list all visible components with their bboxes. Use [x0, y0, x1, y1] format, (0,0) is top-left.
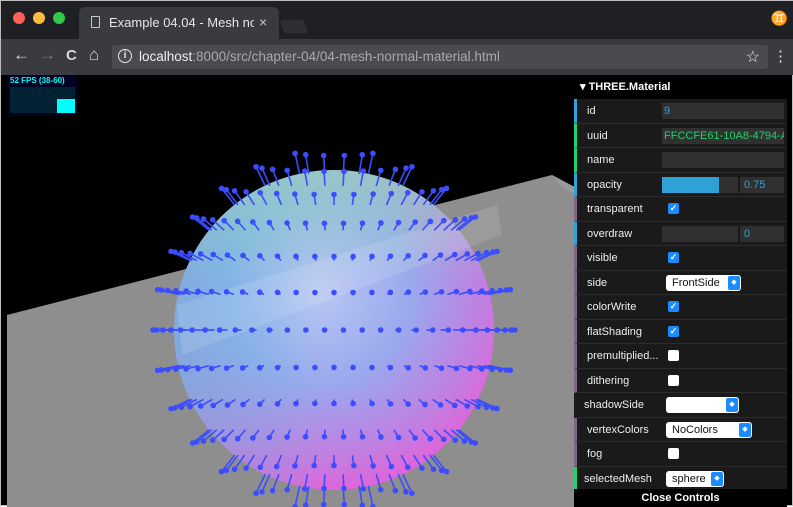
premultipliedalpha-checkbox[interactable]: [668, 350, 679, 361]
back-icon[interactable]: ←: [13, 45, 30, 65]
row-shadowside: shadowSide ◆: [574, 393, 787, 418]
row-label: shadowSide: [584, 399, 644, 411]
row-label: transparent: [587, 203, 643, 215]
row-fog: fog: [574, 442, 787, 467]
colorwrite-checkbox[interactable]: ✓: [668, 301, 679, 312]
row-opacity: opacity 0.75: [574, 172, 787, 197]
row-label: opacity: [587, 178, 622, 191]
visible-checkbox[interactable]: ✓: [668, 252, 679, 263]
fps-text: 52 FPS (38-60): [10, 76, 65, 85]
info-icon[interactable]: i: [118, 49, 132, 63]
folder-title-three-material[interactable]: ▾ THREE.Material: [574, 75, 787, 99]
vertexcolors-select[interactable]: NoColors ◆: [666, 421, 752, 438]
tab-strip: Example 04.04 - Mesh normal × ♊: [1, 1, 793, 39]
select-arrows-icon: ◆: [726, 398, 738, 412]
controls-panel: ▾ THREE.Material id 9 uuid FFCCFE61-10A8…: [574, 75, 787, 507]
browser-window: Example 04.04 - Mesh normal × ♊ ← → C ⌂ …: [0, 0, 793, 507]
id-field[interactable]: 9: [662, 103, 784, 119]
uuid-field[interactable]: FFCCFE61-10A8-4794-A9: [662, 127, 784, 144]
menu-icon[interactable]: ⋮: [773, 47, 788, 65]
tab-close-icon[interactable]: ×: [259, 14, 267, 30]
row-label: dithering: [587, 374, 630, 387]
row-label: visible: [587, 252, 618, 264]
new-tab-button[interactable]: [279, 20, 309, 33]
row-uuid: uuid FFCCFE61-10A8-4794-A9: [574, 123, 787, 148]
zoom-window-button[interactable]: [53, 12, 65, 24]
row-label: vertexColors: [587, 423, 649, 436]
reload-icon[interactable]: C: [66, 47, 77, 64]
vertexcolors-select-value: NoColors: [672, 423, 718, 436]
opacity-slider-fill: [662, 176, 719, 193]
row-label: name: [587, 154, 615, 166]
row-selectedmesh: selectedMesh sphere ◆: [574, 466, 787, 491]
name-field[interactable]: [662, 152, 784, 168]
bookmark-star-icon[interactable]: ☆: [746, 47, 760, 67]
browser-toolbar: ← → C ⌂ i localhost:8000/src/chapter-04/…: [1, 39, 793, 75]
row-visible: visible ✓: [574, 246, 787, 271]
opacity-value-field[interactable]: 0.75: [740, 176, 784, 193]
fps-graph: [10, 87, 75, 113]
row-label: fog: [587, 448, 603, 460]
selectedmesh-select[interactable]: sphere ◆: [666, 470, 724, 487]
row-label: flatShading: [587, 325, 643, 338]
row-label: uuid: [587, 129, 608, 142]
fps-graph-bar: [57, 99, 75, 113]
row-overdraw: overdraw 0: [574, 221, 787, 246]
home-icon[interactable]: ⌂: [89, 45, 99, 65]
row-label: side: [587, 276, 608, 289]
row-label: premultiplied...: [587, 350, 659, 362]
transparent-checkbox[interactable]: ✓: [668, 203, 679, 214]
row-flatshading: flatShading ✓: [574, 319, 787, 344]
select-arrows-icon: ◆: [711, 471, 723, 486]
row-premultipliedalpha: premultiplied...: [574, 344, 787, 369]
overdraw-value-field[interactable]: 0: [740, 225, 784, 242]
select-arrows-icon: ◆: [728, 275, 740, 290]
opacity-slider[interactable]: [662, 176, 738, 193]
row-label: overdraw: [587, 227, 633, 240]
tab-active[interactable]: Example 04.04 - Mesh normal ×: [79, 7, 279, 39]
shadowside-select[interactable]: ◆: [666, 397, 739, 413]
incognito-icon: ♊: [770, 10, 788, 26]
row-colorwrite: colorWrite ✓: [574, 295, 787, 320]
url-text: localhost:8000/src/chapter-04/04-mesh-no…: [139, 49, 500, 64]
select-arrows-icon: ◆: [739, 422, 751, 437]
row-vertexcolors: vertexColors NoColors ◆: [574, 417, 787, 442]
fps-stats-panel[interactable]: 52 FPS (38-60): [7, 75, 78, 115]
row-label: colorWrite: [587, 301, 637, 313]
row-transparent: transparent ✓: [574, 197, 787, 222]
tab-title: Example 04.04 - Mesh normal: [109, 15, 254, 30]
fog-checkbox[interactable]: [668, 448, 679, 459]
row-label: selectedMesh: [584, 472, 652, 485]
row-dithering: dithering: [574, 368, 787, 393]
dithering-checkbox[interactable]: [668, 374, 679, 386]
side-select-value: FrontSide: [672, 276, 720, 289]
selectedmesh-select-value: sphere: [672, 472, 706, 485]
close-window-button[interactable]: [13, 12, 25, 24]
forward-icon[interactable]: →: [39, 45, 56, 65]
close-controls-button[interactable]: Close Controls: [574, 489, 787, 507]
side-select[interactable]: FrontSide ◆: [666, 274, 741, 291]
row-side: side FrontSide ◆: [574, 270, 787, 295]
overdraw-slider[interactable]: [662, 225, 738, 242]
row-name: name: [574, 148, 787, 173]
flatshading-checkbox[interactable]: ✓: [668, 325, 679, 337]
row-label: id: [587, 105, 596, 117]
row-id: id 9: [574, 99, 787, 124]
page-icon: [91, 16, 100, 28]
address-bar[interactable]: i localhost:8000/src/chapter-04/04-mesh-…: [112, 45, 768, 69]
minimize-window-button[interactable]: [33, 12, 45, 24]
